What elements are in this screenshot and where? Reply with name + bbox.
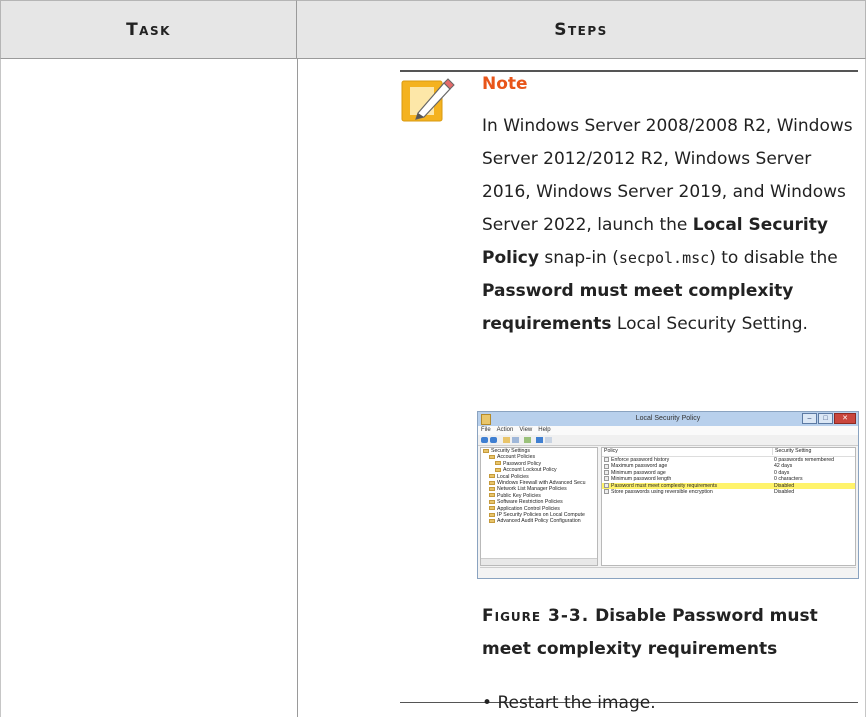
note-body: In Windows Server 2008/2008 R2, Windows … (482, 110, 860, 341)
tree-item-label: Advanced Audit Policy Configuration (497, 518, 581, 525)
figure-number: Figure 3-3. (482, 606, 590, 626)
tree-item-label: IP Security Policies on Local Compute (497, 512, 585, 519)
policy-icon (604, 457, 609, 463)
local-security-policy-screenshot: Local Security Policy – □ ✕ File Action Vi… (477, 411, 859, 579)
screenshot-titlebar: Local Security Policy – □ ✕ (478, 412, 858, 426)
folder-icon (489, 474, 495, 479)
header-steps: Steps (297, 0, 866, 59)
menu-help: Help (538, 427, 551, 433)
folder-icon (489, 480, 495, 485)
policy-col-header: Policy (604, 448, 618, 454)
forward-icon (490, 437, 497, 443)
folder-icon (489, 487, 495, 492)
policy-icon (604, 469, 609, 475)
policy-name: Minimum password age (611, 469, 666, 476)
tree-item-label: Windows Firewall with Advanced Secu (497, 480, 586, 487)
folder-icon (489, 512, 495, 517)
tree-item-label: Account Policies (497, 454, 536, 461)
policy-setting: Disabled (774, 489, 795, 496)
header-steps-label: Steps (554, 20, 608, 40)
tree-item-label: Security Settings (491, 448, 530, 454)
minimize-icon: – (802, 413, 817, 424)
bullet-icon: • (482, 693, 498, 713)
policy-icon (604, 476, 609, 482)
policy-name: Enforce password history (611, 457, 670, 463)
screenshot-title: Local Security Policy (635, 415, 701, 422)
note-label: Note (482, 74, 528, 94)
folder-icon (489, 493, 495, 498)
policy-name: Minimum password length (611, 476, 672, 483)
folder-icon (503, 437, 510, 443)
policy-icon (604, 482, 609, 488)
back-icon (481, 437, 488, 443)
tree-item-label: Public Key Policies (497, 492, 541, 499)
help-icon (536, 437, 543, 443)
note-code-secpol: secpol.msc (618, 249, 710, 267)
table-left-border (0, 59, 1, 717)
header-task: Task (0, 0, 297, 59)
policy-name: Store passwords using reversible encrypt… (611, 489, 713, 496)
header-task-label: Task (126, 20, 171, 40)
tree-item-label: Application Control Policies (497, 505, 560, 512)
table-right-border (865, 59, 866, 717)
folder-icon (489, 506, 495, 511)
tree-item-label: Network List Manager Policies (497, 486, 567, 493)
tree-item-label: Account Lockout Policy (503, 467, 557, 474)
screenshot-menubar: File Action View Help (478, 426, 858, 435)
setting-col-header: Security Setting (772, 448, 811, 455)
menu-action: Action (496, 427, 514, 433)
restart-text: Restart the image. (497, 693, 656, 713)
tree-item-label: Password Policy (503, 460, 542, 467)
tree-pane: Security Settings Account Policies Passwor… (480, 447, 598, 566)
policy-pane: Policy Security Setting Enforce password… (601, 447, 856, 566)
policy-icon (604, 463, 609, 469)
policy-row: Store passwords using reversible encrypt… (602, 489, 855, 495)
tree-hscrollbar (481, 558, 597, 565)
policy-name: Password must meet complexity requiremen… (611, 482, 718, 489)
folder-icon (483, 448, 489, 453)
note-top-rule (400, 70, 858, 72)
folder-icon (495, 467, 501, 472)
list-item-restart: • Restart the image. (482, 693, 656, 713)
note-text-3: ) to disable the (709, 248, 838, 268)
policy-name: Maximum password age (611, 463, 668, 470)
note-text-2: snap-in ( (538, 248, 619, 268)
window-buttons: – □ ✕ (802, 413, 856, 424)
maximize-icon: □ (818, 413, 833, 424)
note-text-4: Local Security Setting. (611, 314, 808, 334)
screenshot-statusbar (480, 567, 856, 577)
menu-file: File (481, 427, 491, 433)
folder-icon (495, 461, 501, 466)
properties-icon (545, 437, 552, 443)
figure-caption: Figure 3-3. Disable Password must meet c… (482, 600, 860, 666)
note-pencil-icon (401, 78, 455, 122)
tree-item-label: Software Restriction Policies (497, 499, 563, 506)
folder-icon (489, 519, 495, 524)
policy-list: Enforce password history 0 passwords reme… (602, 457, 855, 495)
screenshot-toolbar (478, 435, 858, 446)
folder-icon (489, 499, 495, 504)
screenshot-panes: Security Settings Account Policies Passwor… (480, 447, 856, 566)
folder-icon (489, 455, 495, 460)
menu-view: View (519, 427, 533, 433)
policy-icon (604, 489, 609, 495)
export-icon (524, 437, 531, 443)
tree-item: Advanced Audit Policy Configuration (481, 518, 597, 524)
list-icon (512, 437, 519, 443)
tree-item-label: Local Policies (497, 473, 529, 480)
policy-header: Policy Security Setting (602, 448, 855, 457)
column-divider (297, 59, 298, 717)
close-icon: ✕ (834, 413, 856, 424)
